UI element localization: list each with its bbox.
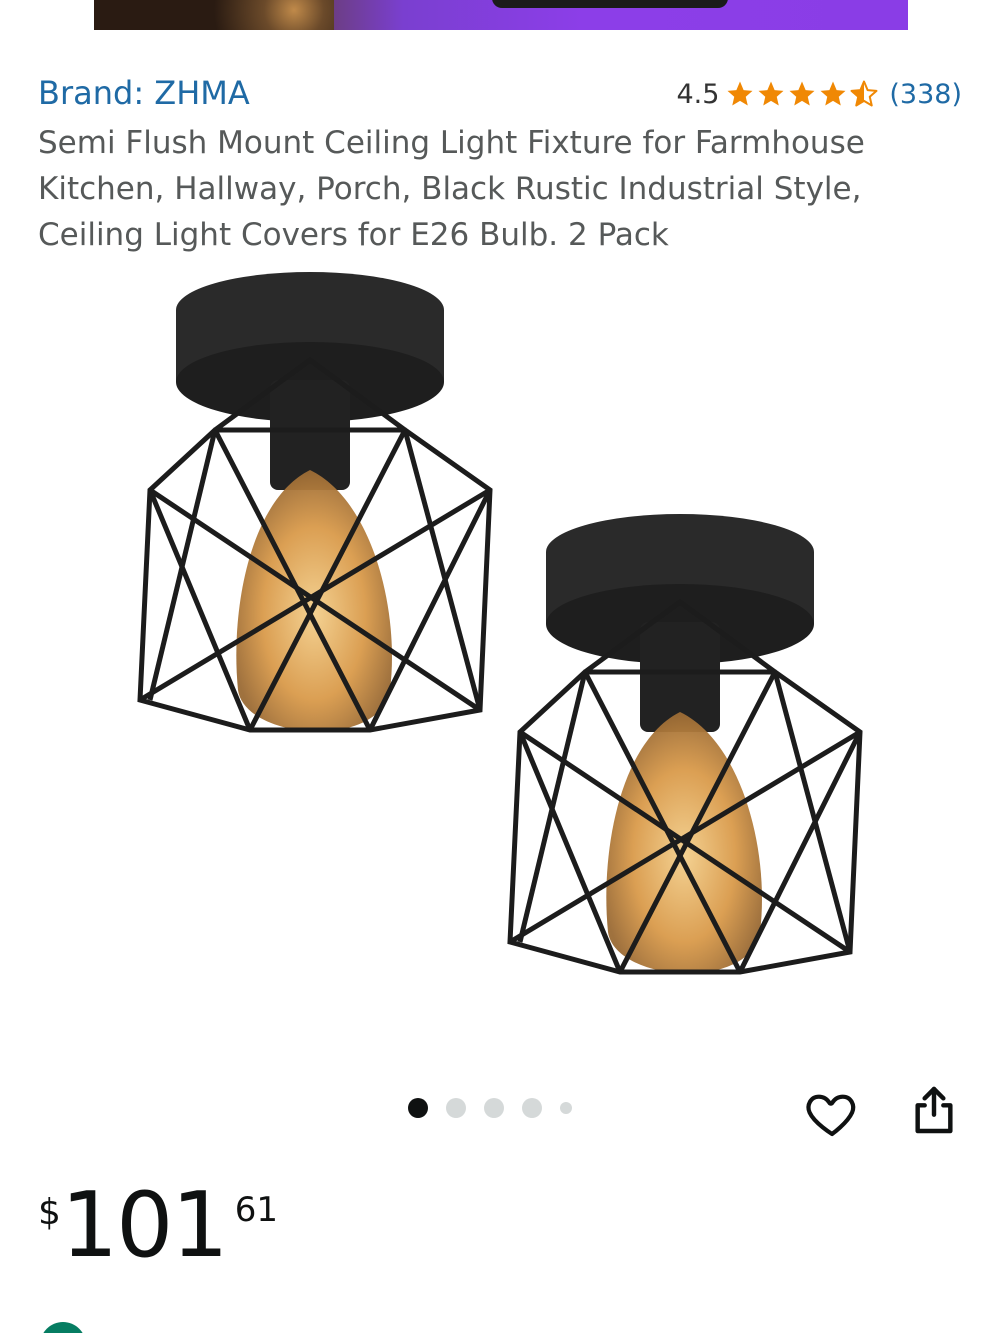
fixture-left [137,272,493,733]
rating-count[interactable]: (338) [889,79,962,110]
star-rating [725,79,879,109]
product-title: Semi Flush Mount Ceiling Light Fixture f… [38,125,865,253]
share-icon [915,1086,953,1134]
price-fraction: 61 [234,1190,278,1230]
product-image[interactable] [110,260,900,1020]
ad-banner-button[interactable] [492,0,728,8]
star-icon [789,81,815,106]
fixture-right [507,514,863,975]
image-carousel-indicator[interactable] [408,1098,572,1118]
carousel-dot[interactable] [560,1102,572,1114]
promo-strip-partial [0,1318,1000,1333]
ceiling-light-illustration [137,272,863,975]
ad-banner-art [94,0,334,30]
half-star-icon [850,80,878,107]
price-whole: 101 [60,1173,229,1278]
rating-value: 4.5 [676,78,720,110]
carousel-dot[interactable] [484,1098,504,1118]
price-symbol: $ [38,1192,61,1233]
ad-banner[interactable] [94,0,908,30]
share-button[interactable] [906,1082,962,1138]
carousel-dot[interactable] [522,1098,542,1118]
star-icon [727,81,753,106]
carousel-dot[interactable] [408,1098,428,1118]
heart-icon [806,1094,856,1137]
star-icon [820,81,846,106]
star-icon [758,81,784,106]
price: $ 101 61 [38,1180,278,1272]
rating-summary[interactable]: 4.5 (338) [676,74,962,114]
wishlist-button[interactable] [804,1085,860,1141]
carousel-dot[interactable] [446,1098,466,1118]
promo-badge-icon [40,1322,86,1333]
brand-link[interactable]: Brand: ZHMA [38,74,250,112]
